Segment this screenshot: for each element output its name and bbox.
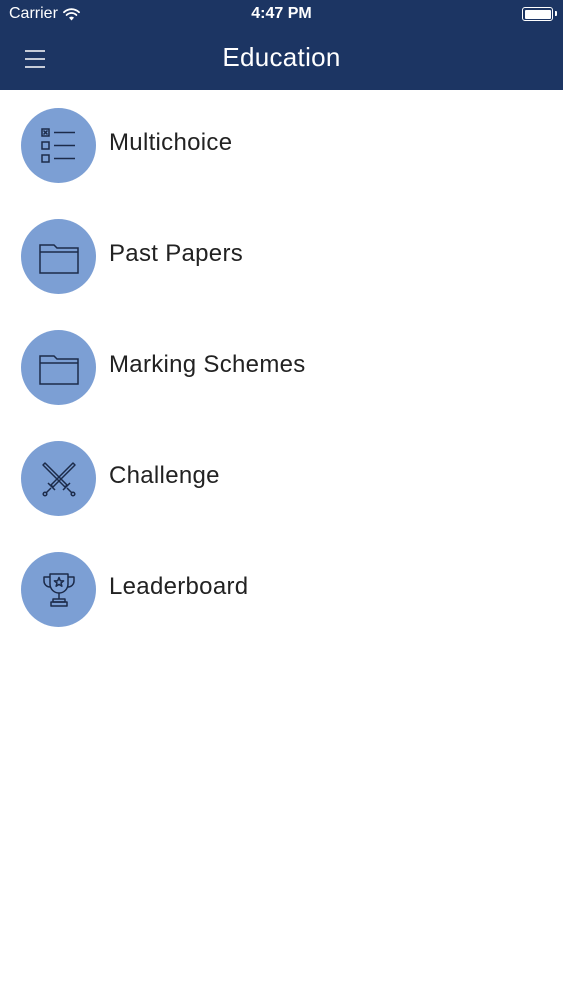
folder-icon bbox=[21, 219, 96, 294]
trophy-icon bbox=[21, 552, 96, 627]
folder-icon bbox=[21, 330, 96, 405]
menu-item-label: Marking Schemes bbox=[109, 351, 306, 378]
checklist-icon bbox=[21, 108, 96, 183]
menu-item-marking-schemes[interactable]: Marking Schemes bbox=[0, 312, 563, 423]
battery-icon bbox=[522, 7, 557, 21]
header: Carrier 4:47 PM Education bbox=[0, 0, 563, 90]
menu-item-past-papers[interactable]: Past Papers bbox=[0, 201, 563, 312]
status-time: 4:47 PM bbox=[251, 5, 312, 22]
menu-item-label: Multichoice bbox=[109, 129, 233, 156]
app-screen: Carrier 4:47 PM Education Multichoice Pa… bbox=[0, 0, 563, 1000]
status-bar: Carrier 4:47 PM bbox=[0, 0, 563, 30]
menu-list: Multichoice Past Papers Marking Schemes bbox=[0, 90, 563, 645]
menu-item-leaderboard[interactable]: Leaderboard bbox=[0, 534, 563, 645]
menu-item-challenge[interactable]: Challenge bbox=[0, 423, 563, 534]
menu-item-multichoice[interactable]: Multichoice bbox=[0, 90, 563, 201]
crossed-swords-icon bbox=[21, 441, 96, 516]
menu-item-label: Past Papers bbox=[109, 240, 244, 267]
page-title: Education bbox=[222, 42, 341, 72]
menu-item-label: Leaderboard bbox=[109, 573, 249, 600]
nav-bar: Education bbox=[0, 30, 563, 90]
menu-item-label: Challenge bbox=[109, 462, 220, 489]
